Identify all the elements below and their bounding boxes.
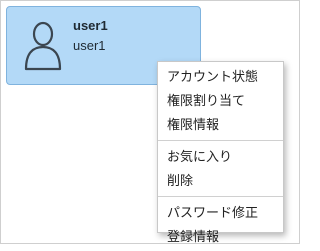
menu-group-profile: パスワード修正 登録情報 <box>158 198 283 251</box>
user-account-id: user1 <box>73 38 106 53</box>
menu-item-delete[interactable]: 削除 <box>158 169 283 193</box>
user-avatar-icon <box>23 20 63 72</box>
menu-item-favorite[interactable]: お気に入り <box>158 145 283 169</box>
menu-item-permission-info[interactable]: 権限情報 <box>158 113 283 137</box>
menu-item-registration-info[interactable]: 登録情報 <box>158 225 283 249</box>
menu-item-account-status[interactable]: アカウント状態 <box>158 65 283 89</box>
menu-item-change-password[interactable]: パスワード修正 <box>158 201 283 225</box>
menu-group-account: アカウント状態 権限割り当て 権限情報 <box>158 62 283 139</box>
context-menu: アカウント状態 権限割り当て 権限情報 お気に入り 削除 パスワード修正 登録情… <box>157 61 284 244</box>
menu-item-assign-permissions[interactable]: 権限割り当て <box>158 89 283 113</box>
menu-separator <box>158 140 283 141</box>
menu-group-manage: お気に入り 削除 <box>158 142 283 195</box>
user-display-name: user1 <box>73 18 108 33</box>
menu-separator <box>158 196 283 197</box>
